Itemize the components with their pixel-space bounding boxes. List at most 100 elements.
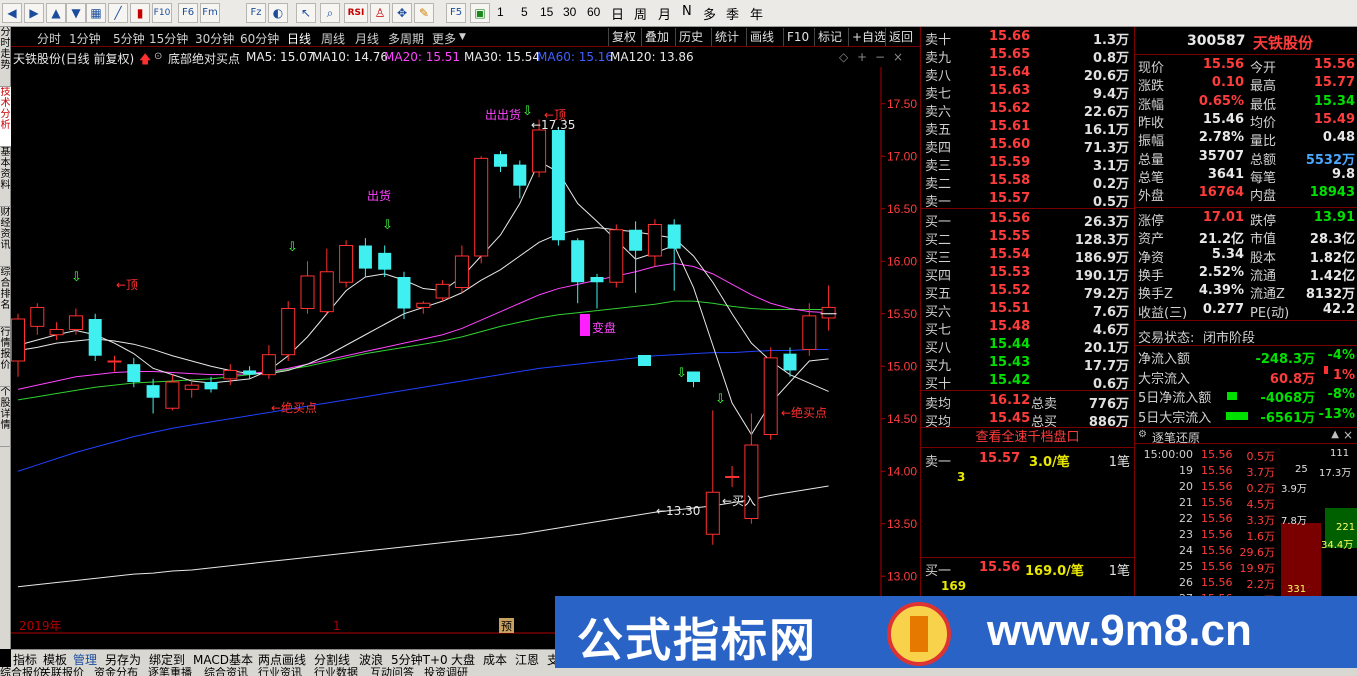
chevron-down-icon[interactable]: ▼ xyxy=(459,32,466,42)
sell-level-3[interactable]: 卖三 15.59 3.1万 xyxy=(921,154,1135,174)
period-more[interactable]: 更多 xyxy=(432,30,456,47)
period-day[interactable]: 日 xyxy=(611,4,624,23)
status-tab-replay[interactable]: 逐笔重播 xyxy=(148,667,192,676)
f10-tab-button[interactable]: F10 xyxy=(783,28,812,46)
btn-macd[interactable]: MACD基本 xyxy=(193,651,253,668)
tab-quotes[interactable]: 行情报价 xyxy=(0,327,11,387)
buy-level-8[interactable]: 买八 15.44 20.1万 xyxy=(921,336,1135,356)
btn-5min-t0[interactable]: 5分钟T+0 xyxy=(391,651,448,668)
status-tab-qa[interactable]: 互动问答 xyxy=(370,667,414,676)
kline-chart[interactable]: 17.50 17.00 16.50 16.00 15.50 15.00 14.50 14.00… xyxy=(11,67,920,634)
tab-ranking[interactable]: 综合排名 xyxy=(0,267,11,327)
plus-icon[interactable]: + xyxy=(857,50,867,64)
arrow-icon[interactable]: ↖ xyxy=(296,3,316,23)
down-icon[interactable]: ▼ xyxy=(66,3,86,23)
draw-button[interactable]: 画线 xyxy=(746,28,777,46)
period-15min[interactable]: 15分钟 xyxy=(149,30,188,47)
forward-icon[interactable]: ▶ xyxy=(24,3,44,23)
btn-manage[interactable]: 管理 xyxy=(73,651,97,668)
fm-button[interactable]: Fm xyxy=(200,3,220,23)
period-5[interactable]: 5 xyxy=(521,5,528,19)
period-season[interactable]: 季 xyxy=(726,4,739,23)
tab-intraday[interactable]: 分时走势 xyxy=(0,27,11,87)
f6-button[interactable]: F6 xyxy=(178,3,198,23)
stats-button[interactable]: 统计 xyxy=(711,28,742,46)
sell-level-9[interactable]: 卖九 15.65 0.8万 xyxy=(921,46,1135,66)
period-year[interactable]: 年 xyxy=(750,4,763,23)
period-30[interactable]: 30 xyxy=(563,5,576,19)
sell-level-1[interactable]: 卖一 15.57 0.5万 xyxy=(921,190,1135,210)
sell-level-10[interactable]: 卖十 15.66 1.3万 xyxy=(921,28,1135,48)
sell-level-2[interactable]: 卖二 15.58 0.2万 xyxy=(921,172,1135,192)
period-weekly[interactable]: 周线 xyxy=(321,30,345,47)
btn-indicator[interactable]: 指标 xyxy=(13,651,37,668)
up-icon[interactable]: ▲ xyxy=(46,3,66,23)
period-week[interactable]: 周 xyxy=(634,4,647,23)
btn-template[interactable]: 模板 xyxy=(43,651,67,668)
btn-gann[interactable]: 江恩 xyxy=(515,651,539,668)
tab-news[interactable]: 财经资讯 xyxy=(0,207,11,267)
period-1[interactable]: 1 xyxy=(497,5,504,19)
status-tab-quote[interactable]: 综合报价 xyxy=(0,667,44,676)
person-icon[interactable]: ♙ xyxy=(370,3,390,23)
tab-technical[interactable]: 技术分析 xyxy=(0,87,11,147)
period-15[interactable]: 15 xyxy=(540,5,553,19)
return-button[interactable]: 返回 xyxy=(885,28,916,46)
status-tab-related[interactable]: 关联报价 xyxy=(40,667,84,676)
period-30min[interactable]: 30分钟 xyxy=(195,30,234,47)
btn-market[interactable]: 大盘 xyxy=(451,651,475,668)
history-button[interactable]: 历史 xyxy=(675,28,706,46)
mark-button[interactable]: 标记 xyxy=(814,28,845,46)
f10-button[interactable]: F10 xyxy=(152,3,172,23)
btn-cost[interactable]: 成本 xyxy=(483,651,507,668)
period-60min[interactable]: 60分钟 xyxy=(240,30,279,47)
btn-split-line[interactable]: 分割线 xyxy=(314,651,350,668)
status-tab-fund-dist[interactable]: 资金分布 xyxy=(94,667,138,676)
period-n[interactable]: N xyxy=(682,4,692,19)
buy-level-5[interactable]: 买五 15.52 79.2万 xyxy=(921,282,1135,302)
overlay-button[interactable]: 叠加 xyxy=(641,28,672,46)
sell-level-7[interactable]: 卖七 15.63 9.4万 xyxy=(921,82,1135,102)
period-1min[interactable]: 1分钟 xyxy=(69,30,101,47)
btn-save-as[interactable]: 另存为 xyxy=(105,651,141,668)
btn-bind[interactable]: 绑定到 xyxy=(149,651,185,668)
status-tab-research[interactable]: 投资调研 xyxy=(424,667,468,676)
tab-fundamentals[interactable]: 基本资料 xyxy=(0,147,11,207)
close-icon[interactable]: × xyxy=(893,50,903,64)
period-month[interactable]: 月 xyxy=(658,4,671,23)
buy-level-6[interactable]: 买六 15.51 7.6万 xyxy=(921,300,1135,320)
full-depth-button[interactable]: 查看全速千档盘口 xyxy=(921,428,1134,448)
status-tab-news[interactable]: 综合资讯 xyxy=(204,667,248,676)
period-5min[interactable]: 5分钟 xyxy=(113,30,145,47)
table-icon[interactable]: ▦ xyxy=(86,3,106,23)
status-tab-industry-news[interactable]: 行业资讯 xyxy=(258,667,302,676)
diamond-icon[interactable]: ◇ xyxy=(839,50,848,64)
sell-level-6[interactable]: 卖六 15.62 22.6万 xyxy=(921,100,1135,120)
buy-level-7[interactable]: 买七 15.48 4.6万 xyxy=(921,318,1135,338)
gear-icon[interactable]: ⚙ xyxy=(1138,429,1147,440)
period-multi-cycle[interactable]: 多周期 xyxy=(388,30,424,47)
close-icon[interactable]: × xyxy=(1343,428,1353,442)
buy-level-2[interactable]: 买二 15.55 128.3万 xyxy=(921,228,1135,248)
period-multi[interactable]: 多 xyxy=(703,4,716,23)
calc-icon[interactable]: ◐ xyxy=(268,3,288,23)
period-daily[interactable]: 日线 xyxy=(287,30,311,47)
screenshot-icon[interactable]: ▣ xyxy=(470,3,490,23)
buy-level-10[interactable]: 买十 15.42 0.6万 xyxy=(921,372,1135,392)
candle-icon[interactable]: ▮ xyxy=(130,3,150,23)
move-icon[interactable]: ✥ xyxy=(392,3,412,23)
zoom-icon[interactable]: ⌕ xyxy=(320,3,340,23)
fz-button[interactable]: Fz xyxy=(246,3,266,23)
add-watchlist-button[interactable]: +自选 xyxy=(848,28,889,46)
period-60[interactable]: 60 xyxy=(587,5,600,19)
minus-icon[interactable]: − xyxy=(875,50,885,64)
back-icon[interactable]: ◀ xyxy=(2,3,22,23)
sell-level-8[interactable]: 卖八 15.64 20.6万 xyxy=(921,64,1135,84)
period-monthly[interactable]: 月线 xyxy=(355,30,379,47)
fuquan-button[interactable]: 复权 xyxy=(608,28,639,46)
tab-detail[interactable]: 个股详情 xyxy=(0,387,11,447)
period-fenshi[interactable]: 分时 xyxy=(37,30,61,47)
line-chart-icon[interactable]: ╱ xyxy=(108,3,128,23)
f5-button[interactable]: F5 xyxy=(446,3,466,23)
btn-two-point-line[interactable]: 两点画线 xyxy=(258,651,306,668)
